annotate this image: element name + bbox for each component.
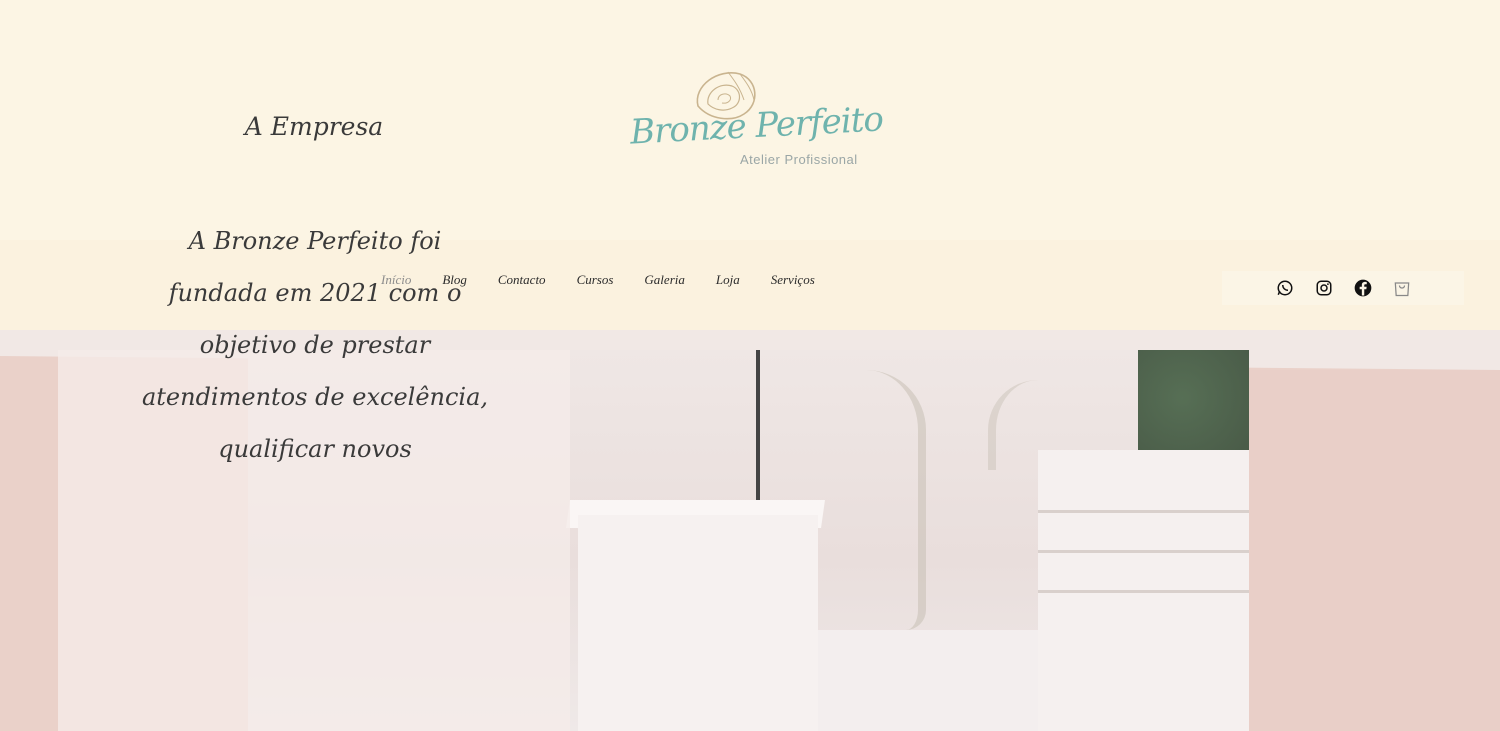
social-icons-bar xyxy=(1222,271,1464,305)
facebook-icon[interactable] xyxy=(1353,278,1373,298)
whatsapp-icon[interactable] xyxy=(1275,278,1295,298)
logo-wordmark: Bronze Perfeito xyxy=(629,99,884,153)
nav-item-servicos[interactable]: Serviços xyxy=(771,272,815,288)
instagram-icon[interactable] xyxy=(1314,278,1334,298)
nav-item-cursos[interactable]: Cursos xyxy=(577,272,614,288)
hero-right-panel xyxy=(1249,370,1500,731)
nav-item-contacto[interactable]: Contacto xyxy=(498,272,546,288)
brand-logo[interactable]: Bronze Perfeito Atelier Profissional xyxy=(620,62,884,177)
nav-item-loja[interactable]: Loja xyxy=(716,272,740,288)
section-paragraph: A Bronze Perfeito foi fundada em 2021 co… xyxy=(141,227,489,463)
nav-item-galeria[interactable]: Galeria xyxy=(644,272,684,288)
logo-subtitle: Atelier Profissional xyxy=(740,152,858,167)
manicure-desk xyxy=(578,515,818,731)
section-title: A Empresa xyxy=(244,112,384,141)
reception-counter xyxy=(1038,450,1249,731)
shopping-bag-icon[interactable] xyxy=(1392,278,1412,298)
lamp-stand xyxy=(756,350,760,500)
